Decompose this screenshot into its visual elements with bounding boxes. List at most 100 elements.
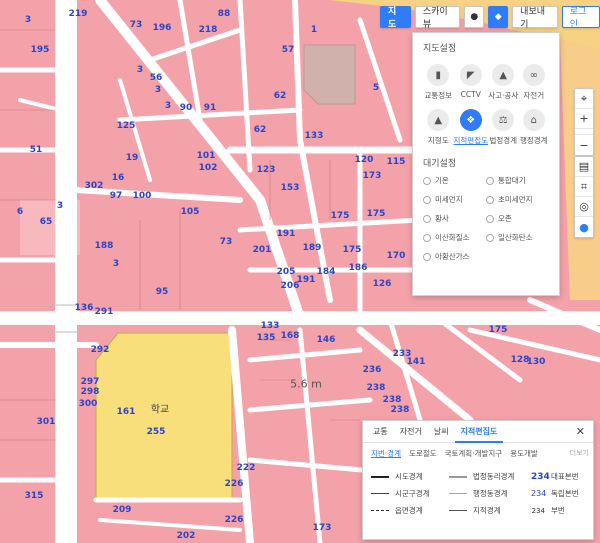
warning-icon: ▲ [492,64,515,86]
parcel-number-label: 173 [312,523,332,533]
parcel-number-label: 209 [112,505,132,515]
layer-option[interactable]: ▲ 사고·공사 [488,64,519,101]
parcel-number-label: 238 [390,405,410,415]
parcel-number-label: 95 [155,287,169,297]
parcel-number-label: 126 [372,279,392,289]
parcel-number-label: 65 [39,217,53,227]
radio-icon [423,195,431,204]
air-option[interactable]: 일산화탄소 [486,232,549,243]
legend-body: 시도경계 법정동리경계 234 대표본번 시군구경계 행정동경계 234 독립본번 … [363,463,593,516]
export-button[interactable]: 내보내기 [512,6,558,30]
parcel-number-label: 51 [29,145,43,155]
parcel-number-label: 73 [219,237,233,247]
ruler-icon[interactable]: ▤ [575,157,593,177]
layer-option-label: 사고·공사 [488,91,519,100]
legend-item: 읍면경계 [371,505,449,516]
parcel-number-label: 222 [236,463,256,473]
air-option[interactable]: 미세먼지 [423,194,486,205]
legend-item: 시도경계 [371,471,449,482]
parcel-number-label: 62 [273,91,287,101]
air-option[interactable]: 기온 [423,175,486,186]
parcel-number-label: 136 [74,303,94,313]
compass-icon[interactable]: ◎ [575,197,593,217]
map-mode-button[interactable]: 지도 [380,6,411,30]
parcel-number-label: 19 [125,153,139,163]
parcel-number-label: 226 [224,515,244,525]
parcel-number-label: 196 [152,23,172,33]
legend-subtab-boundary[interactable]: 지번·경계 [367,448,405,459]
parcel-number-label: 201 [252,245,272,255]
radio-icon [423,176,431,185]
layer-option[interactable]: ❖ 지적편집도 [454,109,488,146]
layer-option-label: 지형도 [427,136,449,145]
parcel-number-label: 3 [154,85,162,95]
traffic-light-icon: ▮ [427,64,450,86]
layer-option-label: CCTV [460,90,481,99]
legend-item: 행정동경계 [449,488,531,499]
cadastral-icon: ❖ [459,109,482,131]
legend-tab-bicycle[interactable]: 자전거 [394,421,428,443]
zoom-out-button[interactable]: − [575,135,593,155]
parcel-number-label: 73 [129,20,143,30]
legend-item: 지적경계 [449,505,531,516]
parcel-number-label: 6 [16,207,24,217]
layer-option[interactable]: ∞ 자전거 [519,64,550,101]
parcel-number-label: 97 [109,191,123,201]
legend-subtab-planning[interactable]: 국토계획·개발지구 [441,448,507,459]
legend-item: 시군구경계 [371,488,449,499]
location-pin-icon[interactable]: ● [464,6,485,28]
legend-tab-cadastral[interactable]: 지적편집도 [454,421,504,443]
air-option[interactable]: 초미세먼지 [486,194,549,205]
layer-option[interactable]: ⚖ 법정경계 [488,109,519,146]
layer-option[interactable]: ⌂ 행정경계 [519,109,550,146]
layers-icon[interactable]: ◆ [488,6,509,28]
air-option[interactable]: 아황산가스 [423,251,486,262]
layer-option[interactable]: ▮ 교통정보 [423,64,454,101]
parcel-number-label: 102 [198,163,218,173]
layer-option[interactable]: ▲ 지형도 [423,109,454,146]
parcel-number-label: 238 [366,383,386,393]
legend-tab-traffic[interactable]: 교통 [367,421,394,443]
parcel-number-label: 189 [302,243,322,253]
login-button[interactable]: 로그인 [561,6,600,30]
legend-tab-weather[interactable]: 날씨 [428,421,455,443]
air-option[interactable]: 통합대기 [486,175,549,186]
bicycle-icon: ∞ [522,64,545,86]
legend-subtab-roads[interactable]: 도로철도 [405,448,441,459]
parcel-number-label: 173 [362,171,382,181]
parcel-number-label: 141 [406,357,426,367]
layer-option[interactable]: ◤ CCTV [454,64,489,101]
air-option[interactable]: 오존 [486,213,549,224]
legend-subtab-usage[interactable]: 용도개발 [506,448,542,459]
parcel-number-label: 219 [68,9,88,19]
legend-item: 234 대표본번 [531,471,579,482]
locate-icon[interactable]: ⌖ [575,89,593,109]
close-icon[interactable]: ✕ [576,425,589,438]
air-option[interactable]: 황사 [423,213,486,224]
radio-icon [486,233,494,242]
marker-icon[interactable]: ● [575,217,593,237]
parcel-number-label: 175 [488,325,508,335]
parcel-number-label: 195 [30,45,50,55]
parcel-number-label: 175 [342,245,362,255]
air-option[interactable]: 이산화질소 [423,232,486,243]
parcel-number-label: 188 [94,241,114,251]
parcel-number-label: 301 [36,417,56,427]
parcel-number-label: 3 [56,201,64,211]
zoom-in-button[interactable]: + [575,109,593,129]
building-icon: ⌂ [522,109,545,131]
radio-icon [486,176,494,185]
parcel-number-label: 3 [112,259,120,269]
parcel-number-label: 3 [24,15,32,25]
parcel-number-label: 168 [280,331,300,341]
parcel-number-label: 218 [198,25,218,35]
parcel-number-label: 115 [386,157,406,167]
map-tool-controls: ▤ ⌗ ◎ ● [574,156,594,238]
air-option-label: 미세먼지 [435,195,463,204]
skyview-button[interactable]: 스카이뷰 [414,6,461,30]
building [303,44,356,105]
parcel-number-label: 3 [164,101,172,111]
legend-more-link[interactable]: 더보기 [570,448,589,458]
area-icon[interactable]: ⌗ [575,177,593,197]
air-settings-title: 대기설정 [423,159,457,169]
